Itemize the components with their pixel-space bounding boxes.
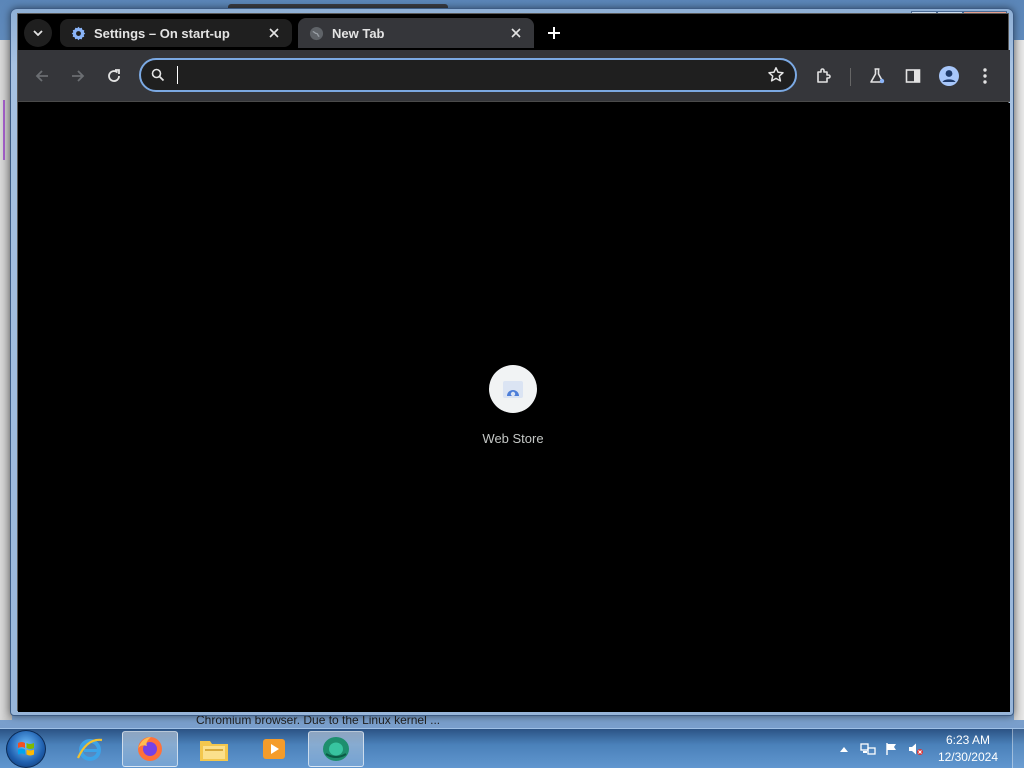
background-window-right	[1014, 40, 1024, 720]
taskbar: 6:23 AM 12/30/2024	[0, 728, 1024, 768]
show-desktop-button[interactable]	[1012, 729, 1024, 768]
taskbar-chromium[interactable]	[308, 731, 364, 767]
chevron-up-icon	[839, 747, 848, 752]
taskbar-firefox[interactable]	[122, 731, 178, 767]
reload-icon	[108, 69, 120, 82]
browser-toolbar	[18, 50, 1010, 102]
toolbar-divider	[850, 68, 851, 86]
chromium-icon	[323, 737, 349, 761]
network-icon[interactable]	[858, 739, 878, 759]
close-icon	[269, 28, 279, 38]
back-button[interactable]	[28, 62, 56, 90]
shortcut-label: Web Store	[482, 431, 544, 446]
close-icon	[511, 28, 521, 38]
clock-date: 12/30/2024	[937, 750, 998, 764]
shortcut-web-store[interactable]: Web Store	[473, 365, 553, 455]
gear-icon	[70, 25, 86, 41]
show-hidden-icons-button[interactable]	[834, 739, 854, 759]
search-icon	[151, 68, 165, 87]
start-button[interactable]	[6, 730, 46, 768]
browser-window: Settings – On start-up New Tab Web Store	[10, 8, 1014, 716]
address-input[interactable]	[175, 65, 755, 85]
system-tray: 6:23 AM 12/30/2024	[832, 729, 1024, 768]
tab-close-button[interactable]	[266, 25, 282, 41]
side-panel-icon	[905, 69, 921, 83]
shortcut-tile[interactable]	[489, 365, 537, 413]
windows-logo-icon	[18, 742, 34, 756]
tab-new-tab[interactable]: New Tab	[298, 18, 534, 48]
new-tab-page: Web Store	[18, 103, 1010, 712]
forward-icon	[72, 70, 85, 82]
menu-icon	[983, 68, 987, 84]
side-panel-button[interactable]	[899, 62, 927, 90]
firefox-icon	[138, 737, 162, 761]
taskbar-clock[interactable]: 6:23 AM 12/30/2024	[938, 732, 998, 766]
tab-title: New Tab	[332, 25, 385, 41]
taskbar-internet-explorer[interactable]	[62, 731, 118, 767]
tab-close-button[interactable]	[508, 25, 524, 41]
text-caret	[177, 66, 178, 84]
volume-muted-icon[interactable]	[906, 739, 926, 759]
tab-title: Settings – On start-up	[94, 25, 230, 41]
menu-button[interactable]	[971, 62, 999, 90]
taskbar-media-player[interactable]	[246, 731, 302, 767]
profile-icon	[939, 66, 959, 86]
internet-explorer-icon	[76, 738, 103, 761]
forward-button[interactable]	[64, 62, 92, 90]
tab-settings[interactable]: Settings – On start-up	[60, 19, 292, 47]
labs-icon	[870, 68, 885, 84]
action-center-flag-icon[interactable]	[882, 739, 902, 759]
star-icon	[768, 67, 784, 82]
labs-button[interactable]	[863, 62, 891, 90]
extensions-icon	[817, 68, 831, 83]
plus-icon	[548, 27, 560, 39]
media-player-icon	[263, 739, 285, 759]
taskbar-file-explorer[interactable]	[186, 731, 242, 767]
browser-frame: Settings – On start-up New Tab Web Store	[17, 13, 1010, 712]
new-tab-button[interactable]	[540, 19, 568, 47]
bookmark-star-button[interactable]	[767, 66, 785, 89]
address-bar[interactable]	[139, 58, 797, 92]
extensions-button[interactable]	[810, 62, 838, 90]
file-explorer-icon	[200, 741, 228, 761]
tab-strip: Settings – On start-up New Tab	[18, 14, 1010, 50]
reload-button[interactable]	[100, 62, 128, 90]
back-icon	[35, 70, 48, 82]
profile-button[interactable]	[935, 62, 963, 90]
web-store-icon	[503, 381, 523, 398]
tab-search-button[interactable]	[24, 19, 52, 47]
chevron-down-icon	[33, 30, 43, 36]
clock-time: 6:23 AM	[945, 733, 990, 747]
globe-icon	[308, 25, 324, 41]
